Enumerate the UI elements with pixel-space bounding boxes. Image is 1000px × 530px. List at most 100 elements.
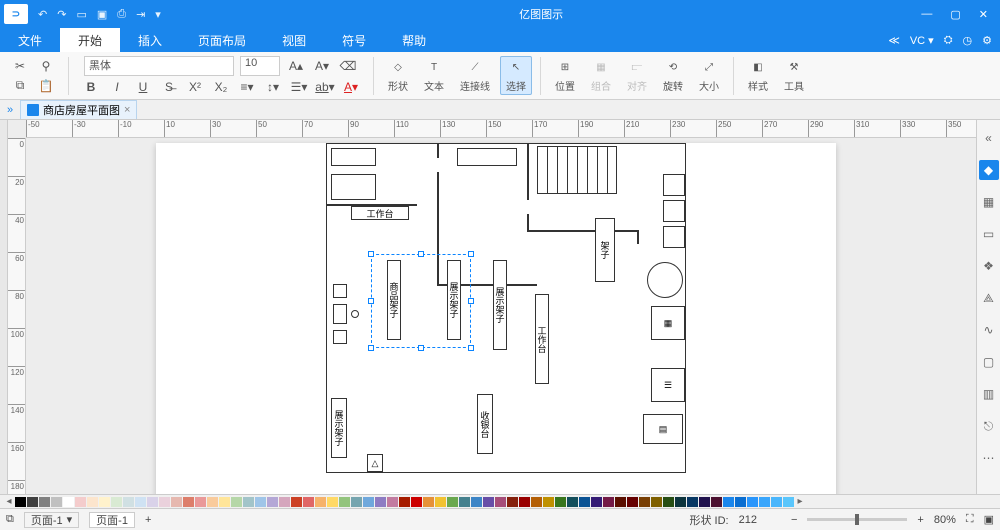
color-swatch[interactable] <box>687 497 698 507</box>
color-swatch[interactable] <box>615 497 626 507</box>
chart-panel-icon[interactable]: ⟁ <box>979 288 999 308</box>
color-swatch[interactable] <box>579 497 590 507</box>
color-swatch[interactable] <box>303 497 314 507</box>
color-swatch[interactable] <box>159 497 170 507</box>
color-swatch[interactable] <box>771 497 782 507</box>
color-swatch[interactable] <box>543 497 554 507</box>
rack[interactable]: 架子 <box>595 218 615 282</box>
open-icon[interactable]: ▭ <box>76 8 86 21</box>
worktop[interactable]: 工作台 <box>535 294 549 384</box>
color-swatch[interactable] <box>411 497 422 507</box>
increase-font-icon[interactable]: A▴ <box>286 57 306 75</box>
grid-panel-icon[interactable]: ▦ <box>979 192 999 212</box>
zoom-out-icon[interactable]: − <box>791 514 797 526</box>
bold-icon[interactable]: B <box>81 78 101 96</box>
color-swatch[interactable] <box>651 497 662 507</box>
text-style-icon[interactable]: ab▾ <box>315 78 335 96</box>
color-prev-icon[interactable]: ◂ <box>4 496 14 507</box>
color-swatch[interactable] <box>723 497 734 507</box>
color-next-icon[interactable]: ▸ <box>795 496 805 507</box>
color-swatch[interactable] <box>243 497 254 507</box>
menu-页面布局[interactable]: 页面布局 <box>180 28 264 52</box>
panel-expand-icon[interactable]: » <box>0 104 20 116</box>
color-swatch[interactable] <box>39 497 50 507</box>
color-swatch[interactable] <box>675 497 686 507</box>
text-button[interactable]: T文本 <box>418 56 450 95</box>
color-swatch[interactable] <box>735 497 746 507</box>
color-swatch[interactable] <box>483 497 494 507</box>
menu-帮助[interactable]: 帮助 <box>384 28 444 52</box>
color-swatch[interactable] <box>135 497 146 507</box>
color-swatch[interactable] <box>423 497 434 507</box>
fixture[interactable]: ☰ <box>651 368 685 402</box>
color-swatch[interactable] <box>363 497 374 507</box>
color-swatch[interactable] <box>195 497 206 507</box>
font-size-select[interactable]: 10 <box>240 56 280 76</box>
select-button[interactable]: ↖选择 <box>500 56 532 95</box>
cut-icon[interactable]: ✂ <box>10 57 30 75</box>
italic-icon[interactable]: I <box>107 78 127 96</box>
fit-page-icon[interactable]: ⛶ <box>966 513 974 526</box>
color-swatch[interactable] <box>375 497 386 507</box>
fixture[interactable] <box>333 284 347 298</box>
maximize-icon[interactable]: ▢ <box>950 8 960 21</box>
color-swatch[interactable] <box>207 497 218 507</box>
decrease-font-icon[interactable]: A▾ <box>312 57 332 75</box>
menu-插入[interactable]: 插入 <box>120 28 180 52</box>
fixture[interactable] <box>333 304 347 324</box>
style-button[interactable]: ◧样式 <box>742 56 774 95</box>
more-panel-icon[interactable]: ⋯ <box>979 448 999 468</box>
fixture[interactable] <box>663 200 685 222</box>
page-tab[interactable]: 页面-1 <box>89 512 135 528</box>
panel-collapse-icon[interactable]: « <box>979 128 999 148</box>
color-swatch[interactable] <box>291 497 302 507</box>
color-swatch[interactable] <box>447 497 458 507</box>
color-swatch[interactable] <box>519 497 530 507</box>
image-panel-icon[interactable]: ▭ <box>979 224 999 244</box>
tools-button[interactable]: ⚒工具 <box>778 56 810 95</box>
color-swatch[interactable] <box>15 497 26 507</box>
color-swatch[interactable] <box>51 497 62 507</box>
line-spacing-icon[interactable]: ↕▾ <box>263 78 283 96</box>
copy-icon[interactable]: ⧉ <box>10 77 30 95</box>
color-swatch[interactable] <box>759 497 770 507</box>
redo-icon[interactable]: ↷ <box>57 8 66 21</box>
color-swatch[interactable] <box>339 497 350 507</box>
color-swatch[interactable] <box>231 497 242 507</box>
group-button[interactable]: ▦组合 <box>585 56 617 95</box>
color-swatch[interactable] <box>279 497 290 507</box>
fixture[interactable]: ▦ <box>651 306 685 340</box>
list-icon[interactable]: ☰▾ <box>289 78 309 96</box>
superscript-icon[interactable]: X² <box>185 78 205 96</box>
shelf[interactable]: 展示架子 <box>331 398 347 458</box>
color-swatch[interactable] <box>399 497 410 507</box>
color-swatch[interactable] <box>459 497 470 507</box>
color-swatch[interactable] <box>123 497 134 507</box>
font-color-icon[interactable]: A▾ <box>341 78 361 96</box>
color-swatch[interactable] <box>783 497 794 507</box>
align-icon[interactable]: ≡▾ <box>237 78 257 96</box>
color-swatch[interactable] <box>567 497 578 507</box>
link-panel-icon[interactable]: ⎋ <box>979 416 999 436</box>
color-swatch[interactable] <box>435 497 446 507</box>
color-swatch[interactable] <box>711 497 722 507</box>
document-tab[interactable]: 商店房屋平面图 × <box>20 100 137 119</box>
scale-button[interactable]: ⤢大小 <box>693 56 725 95</box>
dot[interactable] <box>351 310 359 318</box>
color-swatch[interactable] <box>555 497 566 507</box>
settings-icon[interactable]: ⚙ <box>982 34 992 47</box>
connector-button[interactable]: ⟋连接线 <box>454 56 496 95</box>
color-swatch[interactable] <box>75 497 86 507</box>
menu-符号[interactable]: 符号 <box>324 28 384 52</box>
cashier[interactable]: 收银台 <box>477 394 493 454</box>
paste-icon[interactable]: 📋 <box>36 77 56 95</box>
menu-视图[interactable]: 视图 <box>264 28 324 52</box>
color-swatch[interactable] <box>267 497 278 507</box>
layers-panel-icon[interactable]: ❖ <box>979 256 999 276</box>
menu-开始[interactable]: 开始 <box>60 28 120 52</box>
color-swatch[interactable] <box>471 497 482 507</box>
underline-icon[interactable]: U <box>133 78 153 96</box>
page[interactable]: 工作台 ▦ ☰ ▤ 商品架子 展示架子 展示架子 工作台 <box>156 143 836 494</box>
color-swatch[interactable] <box>495 497 506 507</box>
fixture[interactable] <box>331 174 376 200</box>
